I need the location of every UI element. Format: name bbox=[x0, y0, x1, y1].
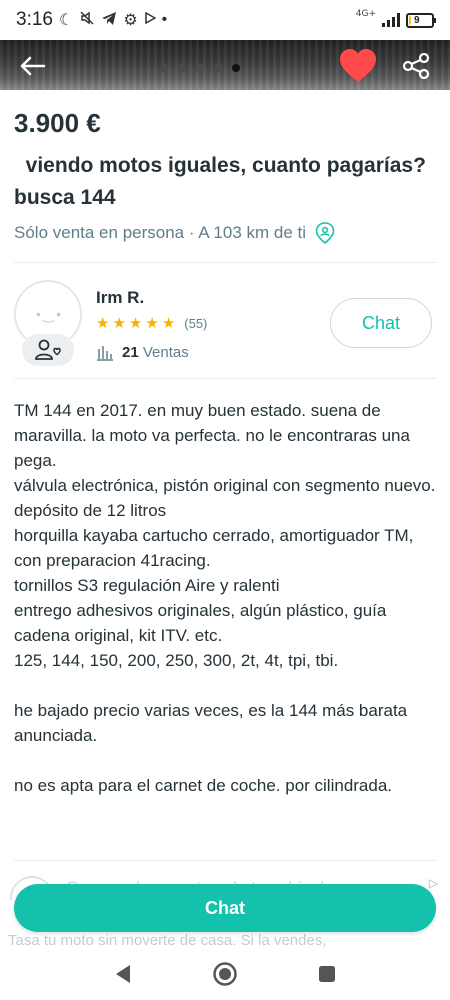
back-button[interactable] bbox=[14, 48, 50, 84]
heart-icon bbox=[340, 49, 376, 82]
seller-sales: 21 Ventas bbox=[96, 344, 189, 361]
star-icon: ★ bbox=[96, 315, 110, 332]
listing-price: 3.900 € bbox=[14, 108, 101, 138]
star-rating-icons: ★ ★ ★ ★ ★ bbox=[96, 316, 175, 331]
carousel-dot[interactable] bbox=[214, 64, 222, 72]
favorite-button[interactable] bbox=[336, 46, 380, 86]
star-icon: ★ bbox=[112, 315, 126, 332]
star-icon: ★ bbox=[161, 315, 176, 332]
carousel-dot[interactable] bbox=[232, 64, 240, 72]
review-count[interactable]: (55) bbox=[184, 316, 207, 331]
star-icon: ★ bbox=[145, 315, 159, 332]
seller-chat-button[interactable]: Chat bbox=[330, 298, 432, 348]
carousel-dot[interactable] bbox=[196, 64, 204, 72]
sales-label: Ventas bbox=[142, 344, 189, 361]
listing-title: viendo motos iguales, cuanto pagarías? b… bbox=[14, 154, 432, 209]
avatar-face-icon: •‿• bbox=[36, 306, 64, 322]
status-icons: ☾ ⚙ • bbox=[59, 10, 167, 31]
nav-home-button[interactable] bbox=[210, 959, 240, 989]
moon-icon: ☾ bbox=[58, 12, 74, 29]
listing-description: TM 144 en 2017. en muy buen estado. suen… bbox=[14, 401, 436, 795]
gear-icon: ⚙ bbox=[123, 12, 138, 29]
bar-chart-icon bbox=[97, 345, 113, 361]
dot-icon: • bbox=[161, 11, 168, 28]
ad-choices-icon[interactable]: ▷ bbox=[429, 876, 438, 890]
users-icon bbox=[22, 334, 74, 366]
battery-icon: 9 bbox=[406, 12, 436, 28]
triangle-back-icon bbox=[116, 965, 130, 983]
divider bbox=[14, 860, 436, 861]
battery-fill bbox=[409, 15, 412, 25]
status-bar: 3:16 ☾ ⚙ • 4G+ 9 bbox=[0, 0, 450, 40]
share-button[interactable] bbox=[396, 48, 436, 84]
location-person-icon[interactable] bbox=[314, 222, 336, 244]
star-icon: ★ bbox=[128, 315, 143, 332]
seller-name[interactable]: Irm R. bbox=[96, 288, 144, 308]
play-icon bbox=[144, 11, 157, 29]
carousel-dots bbox=[160, 64, 240, 72]
seller-rating: ★ ★ ★ ★ ★ (55) bbox=[96, 316, 207, 331]
carousel-dot[interactable] bbox=[178, 64, 186, 72]
shipping-info: Sólo venta en persona · A 103 km de ti bbox=[14, 222, 336, 244]
ad-subtext: Tasa tu moto sin moverte de casa. Si la … bbox=[8, 932, 327, 949]
battery-level: 9 bbox=[414, 14, 420, 26]
photo-carousel[interactable] bbox=[0, 40, 450, 90]
carousel-dot[interactable] bbox=[160, 64, 168, 72]
nav-recents-button[interactable] bbox=[312, 959, 342, 989]
status-right: 4G+ 9 bbox=[355, 8, 436, 28]
arrow-left-icon bbox=[20, 56, 46, 76]
share-icon bbox=[402, 53, 430, 79]
divider bbox=[14, 378, 436, 379]
telegram-icon bbox=[101, 10, 117, 31]
signal-icon bbox=[382, 13, 400, 27]
network-label: 4G+ bbox=[355, 8, 376, 19]
square-recents-icon bbox=[319, 966, 335, 982]
shipping-text: Sólo venta en persona · A 103 km de ti bbox=[14, 223, 307, 242]
mute-icon bbox=[79, 10, 95, 31]
system-nav-bar bbox=[0, 948, 450, 1000]
sales-count: 21 bbox=[122, 344, 139, 361]
chat-button[interactable]: Chat bbox=[14, 884, 436, 932]
divider bbox=[14, 262, 436, 263]
nav-back-button[interactable] bbox=[108, 959, 138, 989]
circle-home-icon bbox=[213, 962, 237, 986]
status-time: 3:16 bbox=[16, 9, 53, 30]
